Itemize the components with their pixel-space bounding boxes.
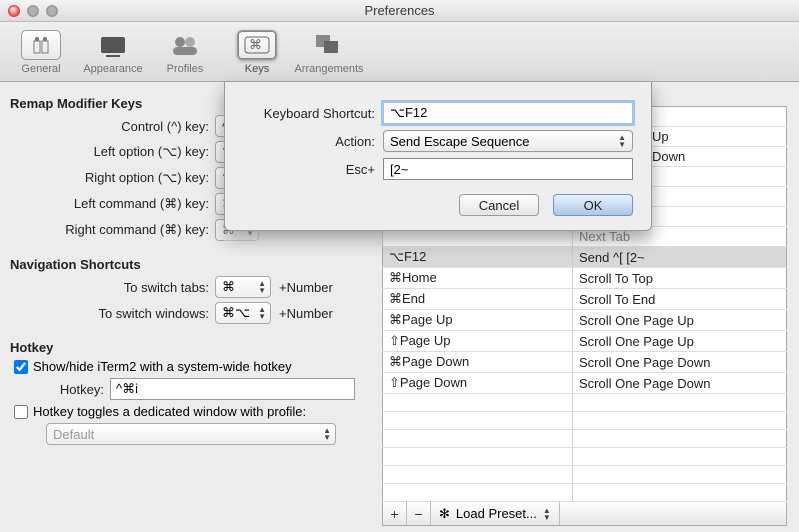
titlebar: Preferences — [0, 0, 799, 22]
edit-key-sheet: Keyboard Shortcut: Action: Send Escape S… — [224, 82, 652, 231]
key-cell — [383, 430, 573, 448]
toolbar: General Appearance Profiles ⌘ Keys Arran… — [0, 22, 799, 82]
table-row[interactable] — [383, 412, 787, 430]
action-cell — [573, 412, 787, 430]
remap-label: Left option (⌥) key: — [10, 144, 215, 160]
table-row[interactable] — [383, 394, 787, 412]
table-row[interactable] — [383, 430, 787, 448]
table-row[interactable] — [383, 466, 787, 484]
nav-suffix: +Number — [279, 280, 333, 295]
key-cell: ⌘Page Up — [383, 310, 573, 331]
add-button[interactable]: + — [383, 502, 407, 525]
table-row[interactable]: ⌘HomeScroll To Top — [383, 268, 787, 289]
nav-value: ⌘⌥ — [222, 305, 250, 321]
nav-heading: Navigation Shortcuts — [10, 257, 380, 272]
action-cell — [573, 484, 787, 502]
key-cell: ⌥F12 — [383, 247, 573, 268]
tab-label: Appearance — [78, 63, 148, 75]
hotkey-show-checkbox[interactable]: Show/hide iTerm2 with a system-wide hotk… — [14, 359, 292, 374]
action-label: Action: — [243, 134, 383, 149]
window-title: Preferences — [0, 3, 799, 18]
remap-label: Left command (⌘) key: — [10, 196, 215, 212]
table-footer: + − ✻ Load Preset... ▲▼ — [382, 502, 787, 526]
table-row[interactable]: ⌘Page UpScroll One Page Up — [383, 310, 787, 331]
action-value: Send Escape Sequence — [390, 134, 530, 149]
key-cell: ⌘End — [383, 289, 573, 310]
key-cell: ⌘Home — [383, 268, 573, 289]
table-row[interactable]: ⌘EndScroll To End — [383, 289, 787, 310]
nav-label: To switch tabs: — [10, 280, 215, 295]
hotkey-profile-value: Default — [53, 427, 94, 442]
key-cell — [383, 412, 573, 430]
nav-suffix: +Number — [279, 306, 333, 321]
key-cell — [383, 484, 573, 502]
load-preset-label: Load Preset... — [456, 506, 537, 521]
table-row[interactable] — [383, 448, 787, 466]
remap-label: Right command (⌘) key: — [10, 222, 215, 238]
nav-select-0[interactable]: ⌘▲▼ — [215, 276, 271, 298]
shortcut-input[interactable] — [383, 102, 633, 124]
key-cell: ⌘Page Down — [383, 352, 573, 373]
tab-label: Arrangements — [294, 63, 364, 75]
action-cell: Scroll One Page Up — [573, 331, 787, 352]
gear-icon: ✻ — [439, 506, 450, 522]
remove-button[interactable]: − — [407, 502, 431, 525]
cancel-button[interactable]: Cancel — [459, 194, 539, 216]
esc-input[interactable] — [383, 158, 633, 180]
action-cell: Scroll To Top — [573, 268, 787, 289]
svg-text:⌘: ⌘ — [249, 37, 262, 52]
tab-label: Profiles — [150, 63, 220, 75]
nav-label: To switch windows: — [10, 306, 215, 321]
action-cell: Scroll One Page Down — [573, 373, 787, 394]
tab-general[interactable]: General — [6, 24, 76, 75]
hotkey-heading: Hotkey — [10, 340, 380, 355]
action-cell — [573, 448, 787, 466]
key-cell — [383, 394, 573, 412]
remap-label: Right option (⌥) key: — [10, 170, 215, 186]
table-row[interactable]: ⇧Page UpScroll One Page Up — [383, 331, 787, 352]
action-cell — [573, 466, 787, 484]
action-cell — [573, 394, 787, 412]
hotkey-toggle-checkbox[interactable]: Hotkey toggles a dedicated window with p… — [14, 404, 306, 419]
action-select[interactable]: Send Escape Sequence ▲▼ — [383, 130, 633, 152]
tab-label: Keys — [222, 63, 292, 75]
hotkey-field[interactable] — [110, 378, 355, 400]
nav-value: ⌘ — [222, 279, 235, 295]
hotkey-show-label: Show/hide iTerm2 with a system-wide hotk… — [33, 359, 292, 374]
load-preset-select[interactable]: ✻ Load Preset... ▲▼ — [431, 502, 560, 525]
hotkey-profile-select[interactable]: Default ▲▼ — [46, 423, 336, 445]
action-cell: Scroll To End — [573, 289, 787, 310]
hotkey-toggle-label: Hotkey toggles a dedicated window with p… — [33, 404, 306, 419]
action-cell — [573, 430, 787, 448]
action-cell: Scroll One Page Down — [573, 352, 787, 373]
ok-button[interactable]: OK — [553, 194, 633, 216]
hotkey-field-label: Hotkey: — [10, 382, 110, 397]
tab-keys[interactable]: ⌘ Keys — [222, 24, 292, 75]
key-cell — [383, 448, 573, 466]
tab-profiles[interactable]: Profiles — [150, 24, 220, 75]
key-cell: ⇧Page Up — [383, 331, 573, 352]
shortcut-label: Keyboard Shortcut: — [243, 106, 383, 121]
tab-label: General — [6, 63, 76, 75]
table-row[interactable]: ⌘Page DownScroll One Page Down — [383, 352, 787, 373]
esc-label: Esc+ — [243, 162, 383, 177]
action-cell: Send ^[ [2~ — [573, 247, 787, 268]
table-row[interactable]: ⌥F12Send ^[ [2~ — [383, 247, 787, 268]
tab-appearance[interactable]: Appearance — [78, 24, 148, 75]
tab-arrangements[interactable]: Arrangements — [294, 24, 364, 75]
table-row[interactable] — [383, 484, 787, 502]
key-cell: ⇧Page Down — [383, 373, 573, 394]
table-row[interactable]: ⇧Page DownScroll One Page Down — [383, 373, 787, 394]
action-cell: Scroll One Page Up — [573, 310, 787, 331]
key-cell — [383, 466, 573, 484]
nav-select-1[interactable]: ⌘⌥▲▼ — [215, 302, 271, 324]
remap-label: Control (^) key: — [10, 119, 215, 134]
